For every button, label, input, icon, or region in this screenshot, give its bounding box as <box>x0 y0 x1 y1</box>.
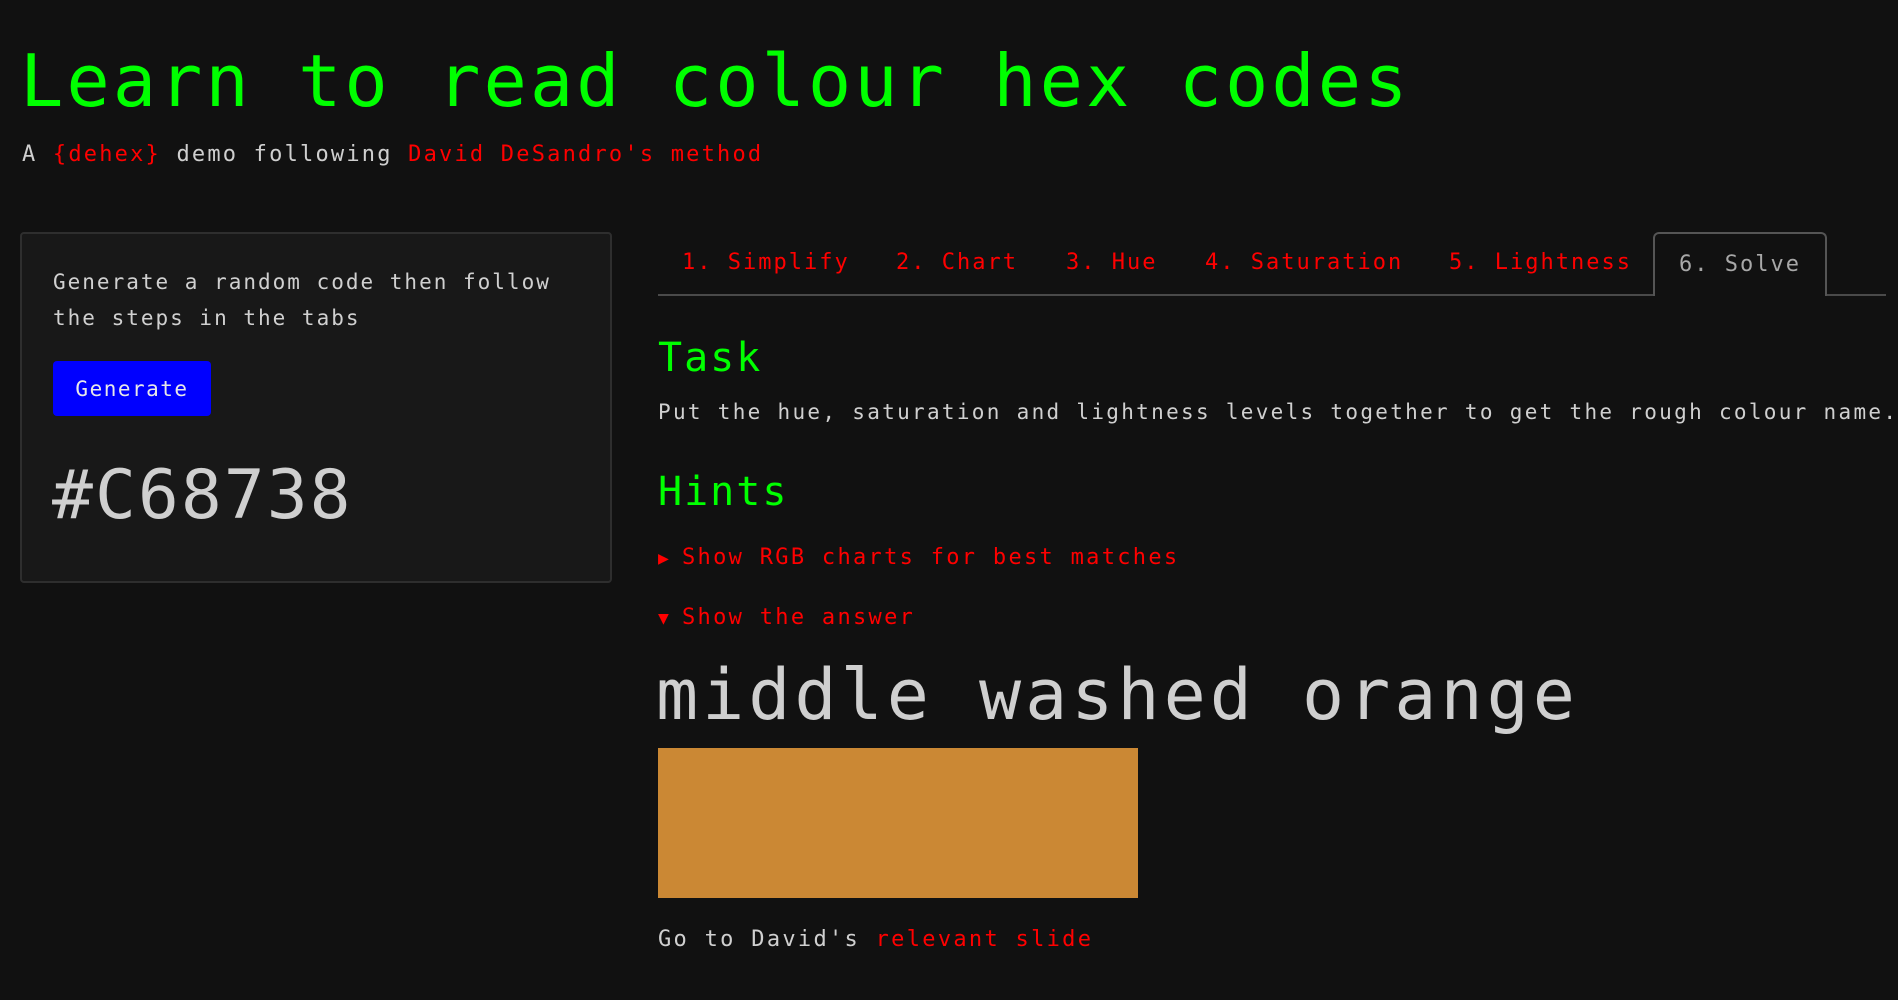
tab-solve[interactable]: 6. Solve <box>1653 232 1827 296</box>
task-text: Put the hue, saturation and lightness le… <box>658 400 1898 424</box>
tab-chart[interactable]: 2. Chart <box>896 232 1018 296</box>
slide-prefix: Go to David's <box>658 927 876 952</box>
tab-saturation[interactable]: 4. Saturation <box>1205 232 1403 296</box>
generator-card: Generate a random code then follow the s… <box>20 232 612 583</box>
hints-heading: Hints <box>658 469 789 515</box>
task-heading: Task <box>658 335 763 381</box>
generator-instructions: Generate a random code then follow the s… <box>53 270 551 330</box>
triangle-right-icon: ▶ <box>658 548 672 569</box>
subtitle-middle: demo following <box>161 142 409 167</box>
answer-colour-swatch <box>658 748 1138 898</box>
triangle-down-icon: ▼ <box>658 608 672 629</box>
method-link[interactable]: David DeSandro's method <box>408 142 763 167</box>
tab-simplify[interactable]: 1. Simplify <box>682 232 850 296</box>
hex-code: #C68738 <box>52 456 353 535</box>
subtitle: A {dehex} demo following David DeSandro'… <box>22 140 763 170</box>
dehex-link[interactable]: {dehex} <box>53 142 161 167</box>
subtitle-prefix: A <box>22 142 53 167</box>
page: Learn to read colour hex codes A {dehex}… <box>0 0 1898 1000</box>
page-title: Learn to read colour hex codes <box>20 39 1411 123</box>
generate-button[interactable]: Generate <box>53 361 211 416</box>
hint-rgb-charts-toggle[interactable]: ▶ Show RGB charts for best matches <box>658 543 1179 574</box>
hint-answer-label: Show the answer <box>682 605 916 630</box>
tab-hue[interactable]: 3. Hue <box>1066 232 1157 296</box>
relevant-slide-link[interactable]: relevant slide <box>876 927 1094 952</box>
hint-rgb-charts-label: Show RGB charts for best matches <box>682 545 1180 570</box>
answer-colour-name: middle washed orange <box>656 654 1579 736</box>
hint-answer-toggle[interactable]: ▼ Show the answer <box>658 603 915 634</box>
tab-lightness[interactable]: 5. Lightness <box>1449 232 1632 296</box>
step-tabs: 1. Simplify 2. Chart 3. Hue 4. Saturatio… <box>658 232 1886 296</box>
slide-reference: Go to David's relevant slide <box>658 925 1093 955</box>
